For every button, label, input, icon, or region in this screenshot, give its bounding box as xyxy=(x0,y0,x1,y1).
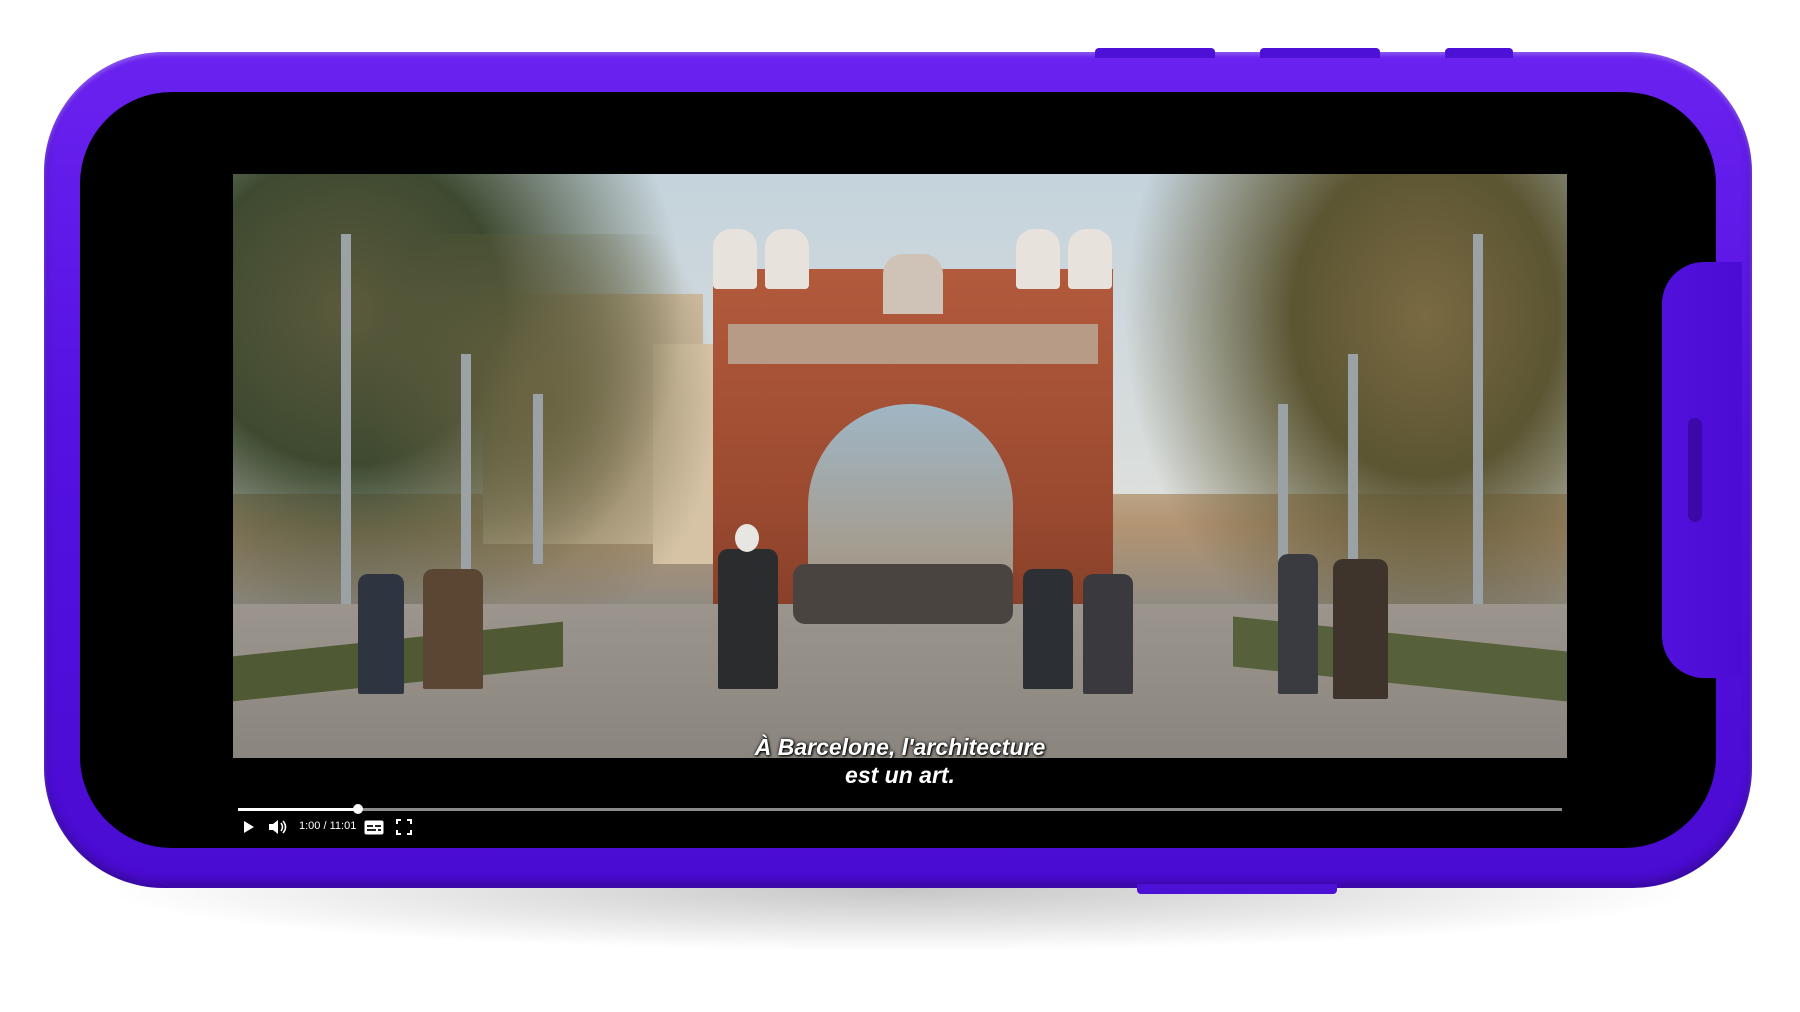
fullscreen-button[interactable] xyxy=(396,819,412,835)
phone-side-button-3 xyxy=(1445,48,1513,58)
time-display: 1:00 / 11:01 xyxy=(299,820,356,832)
volume-icon xyxy=(269,820,287,834)
video-arch-tower xyxy=(1068,229,1112,289)
video-person xyxy=(1083,574,1133,694)
volume-button[interactable] xyxy=(268,819,288,835)
video-person xyxy=(423,569,483,689)
video-person xyxy=(1278,554,1318,694)
captions-icon xyxy=(364,820,384,834)
video-lamp-post xyxy=(1348,354,1358,594)
video-lamp-post xyxy=(461,354,471,594)
video-lamp-post xyxy=(533,394,543,564)
phone-speaker xyxy=(1688,418,1702,522)
video-frame[interactable]: À Barcelone, l'architecture xyxy=(233,174,1567,758)
video-person xyxy=(1023,569,1073,689)
play-button[interactable] xyxy=(243,819,255,835)
current-time: 1:00 xyxy=(299,820,321,832)
video-arch-tower xyxy=(765,229,809,289)
video-lamp-post xyxy=(341,234,351,604)
phone-notch xyxy=(1662,262,1742,678)
progress-bar[interactable] xyxy=(238,804,1562,814)
video-arch-tower xyxy=(1016,229,1060,289)
video-arch-tower xyxy=(713,229,757,289)
phone-bottom-button xyxy=(1137,884,1337,894)
play-icon xyxy=(244,821,254,833)
video-person xyxy=(358,574,404,694)
progress-bar-fill xyxy=(238,808,359,811)
subtitle-line-2: est un art. xyxy=(845,762,955,788)
duration: 11:01 xyxy=(329,820,357,832)
phone-side-button-1 xyxy=(1095,48,1215,58)
video-person xyxy=(1333,559,1388,699)
video-crowd xyxy=(793,564,1013,624)
captions-button[interactable] xyxy=(364,819,384,835)
video-arch-crown xyxy=(883,254,943,314)
video-palm-trees xyxy=(353,234,733,654)
subtitle-line-1: À Barcelone, l'architecture xyxy=(754,734,1046,758)
video-arch-frieze xyxy=(728,324,1098,364)
video-lamp-post xyxy=(1278,404,1288,574)
time-separator: / xyxy=(323,820,327,832)
video-person-head xyxy=(735,524,759,552)
video-lamp-post xyxy=(1473,234,1483,604)
phone-side-button-2 xyxy=(1260,48,1380,58)
fullscreen-icon xyxy=(396,819,412,835)
video-person xyxy=(718,549,778,689)
